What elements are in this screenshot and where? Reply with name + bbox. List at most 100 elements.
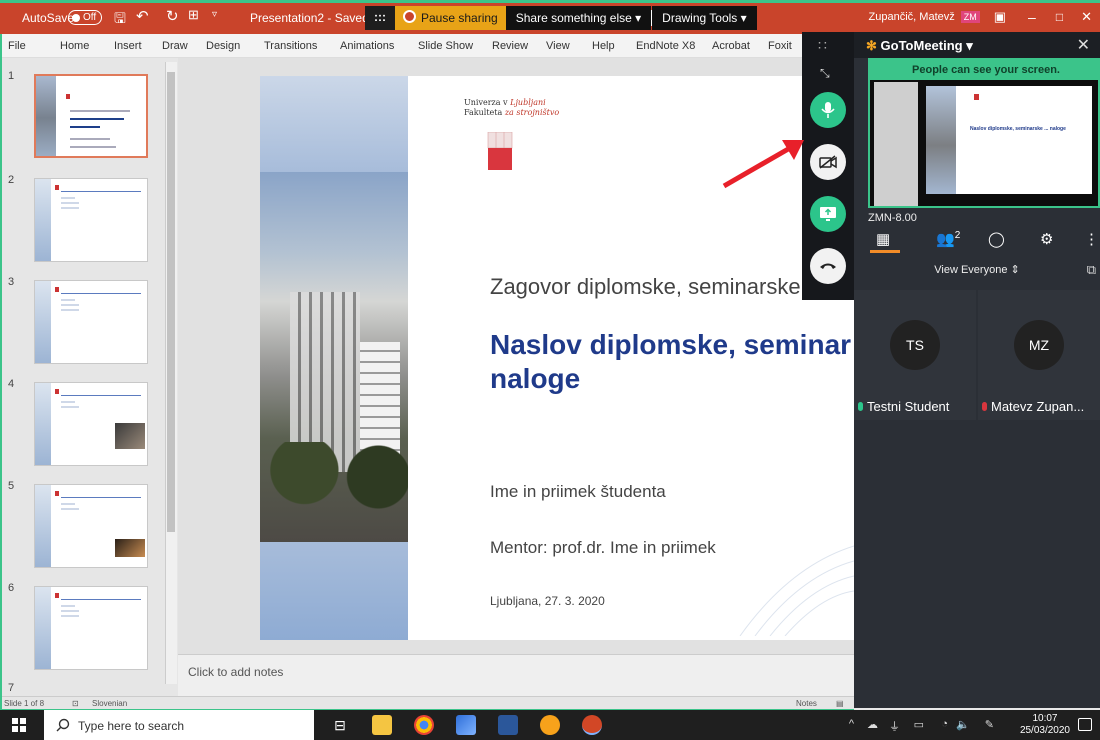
customize-toolbar-icon[interactable]: ▿ [212,9,217,20]
thumb-photo [36,76,56,156]
thumb-number: 1 [8,70,15,82]
slide-thumbnail-5[interactable] [34,484,148,568]
mic-muted-icon [982,402,987,411]
grid-view-icon[interactable]: ▦ [876,230,890,248]
accessibility-icon[interactable]: ⊡ [72,699,79,708]
user-avatar[interactable]: ZM [960,11,980,23]
thumb-number: 4 [8,378,15,390]
thumb-logo [55,287,59,292]
preview-logo [974,94,979,100]
more-options-icon[interactable]: ⋮ [1084,230,1099,248]
slide-mentor[interactable]: Mentor: prof.dr. Ime in priimek [490,538,716,558]
thumb-line [61,406,79,408]
screen-share-button[interactable] [810,196,846,232]
powerpoint-icon[interactable] [582,715,602,735]
gotomeeting-header: ✻ GoToMeeting ▾ ✕ [854,32,1100,58]
slide-subtitle[interactable]: Zagovor diplomske, seminarske [490,274,801,300]
slide-thumbnail-2[interactable] [34,178,148,262]
language-indicator[interactable]: Slovenian [92,699,127,708]
taskbar-search-input[interactable]: Type here to search [44,710,314,740]
tab-animations[interactable]: Animations [340,40,394,52]
slide-thumbnail-3[interactable] [34,280,148,364]
word-icon[interactable] [498,715,518,735]
share-grip-icon[interactable]: ::: [365,6,395,30]
notes-toggle[interactable]: Notes [796,699,817,708]
slide-thumbnail-1[interactable] [34,74,148,158]
redo-icon[interactable]: ↻ [166,7,179,25]
tab-acrobat[interactable]: Acrobat [712,40,750,52]
thumb-line [70,146,116,148]
save-icon[interactable]: 🖫 [114,8,126,32]
battery-icon[interactable]: ▭ [914,718,924,731]
view-selector[interactable]: View Everyone ⇕ [854,258,1100,282]
usb-icon[interactable]: ⏚ [889,718,900,734]
slide-student-name[interactable]: Ime in priimek študenta [490,482,666,502]
drawing-tools-button[interactable]: Drawing Tools ▾ [652,6,757,30]
tab-review[interactable]: Review [492,40,528,52]
slide-thumbnail-6[interactable] [34,586,148,670]
cloud-icon[interactable]: ☁ [867,718,878,731]
pop-out-icon[interactable]: ⧉ [1087,262,1096,278]
close-button[interactable]: ✕ [1081,9,1092,25]
gotomeeting-close-button[interactable]: ✕ [1077,35,1090,55]
notes-pane[interactable]: Click to add notes [178,654,854,696]
maximize-button[interactable]: □ [1056,10,1063,24]
pause-sharing-button[interactable]: Pause sharing [395,6,506,30]
tab-insert[interactable]: Insert [114,40,142,52]
file-explorer-icon[interactable] [372,715,392,735]
thumb-line [61,503,75,505]
tab-slide-show[interactable]: Slide Show [418,40,473,52]
slide-date[interactable]: Ljubljana, 27. 3. 2020 [490,594,605,608]
tray-expand-icon[interactable]: ^ [849,718,854,730]
tab-view[interactable]: View [546,40,570,52]
tab-design[interactable]: Design [206,40,240,52]
attendees-tab[interactable]: 👥2 [936,230,960,248]
annotation-arrow-icon [722,140,804,189]
tab-foxit[interactable]: Foxit [768,40,792,52]
undo-icon[interactable]: ↶ [136,7,149,25]
tab-file[interactable]: File [8,40,26,52]
thumbnails-scroll-thumb[interactable] [167,72,175,532]
thumb-line [61,197,75,199]
normal-view-icon[interactable]: ▤ [836,699,844,708]
edge-icon[interactable] [456,715,476,735]
slide-thumbnail-4[interactable] [34,382,148,466]
ribbon-display-icon[interactable]: ▣ [994,9,1006,25]
camera-button[interactable] [810,144,846,180]
pen-icon[interactable]: ✎ [985,718,994,731]
hang-up-button[interactable] [810,248,846,284]
tab-endnote[interactable]: EndNote X8 [636,40,695,52]
screen-preview: Naslov diplomske, seminarske ... naloge … [868,58,1100,208]
settings-icon[interactable]: ⚙ [1040,230,1053,248]
chrome-icon[interactable] [414,715,434,735]
minimize-button[interactable]: – [1028,9,1036,25]
participant-tile[interactable]: MZ Matevz Zupan... [978,290,1100,420]
tab-draw[interactable]: Draw [162,40,188,52]
search-placeholder: Type here to search [78,719,185,733]
windows-start-icon[interactable] [12,718,26,732]
preview-title: Naslov diplomske, seminarske ... naloge [970,126,1066,132]
volume-icon[interactable]: 🔈 [956,718,970,731]
presenter-icon[interactable]: ⊞ [188,7,199,23]
notifications-icon[interactable] [1078,718,1092,731]
tab-transitions[interactable]: Transitions [264,40,317,52]
faculty-logo-icon [487,132,513,170]
user-name[interactable]: Zupančič, Matevž [869,11,955,23]
task-view-icon[interactable]: ⊟ [330,715,350,735]
gotomeeting-app-icon[interactable] [540,715,560,735]
autosave-toggle[interactable]: Off [68,10,102,25]
microphone-button[interactable] [810,92,846,128]
taskbar-clock[interactable]: 10:07 25/03/2020 [1020,713,1070,737]
tab-help[interactable]: Help [592,40,615,52]
chat-icon[interactable]: ◯ [988,230,1005,248]
wifi-icon[interactable]: ◔ [941,718,948,730]
tab-home[interactable]: Home [60,40,89,52]
drag-handle-icon[interactable]: ∷ [818,37,828,54]
thumb-line [61,508,79,510]
participant-tile[interactable]: TS Testni Student [854,290,976,420]
gotomeeting-menu[interactable]: ✻ GoToMeeting ▾ [866,38,973,54]
slide-blue-band-top [260,76,408,172]
collapse-icon[interactable]: ⤡ [820,66,830,81]
slide-title[interactable]: Naslov diplomske, seminar naloge [490,328,854,396]
share-something-else-button[interactable]: Share something else ▾ [505,6,652,30]
